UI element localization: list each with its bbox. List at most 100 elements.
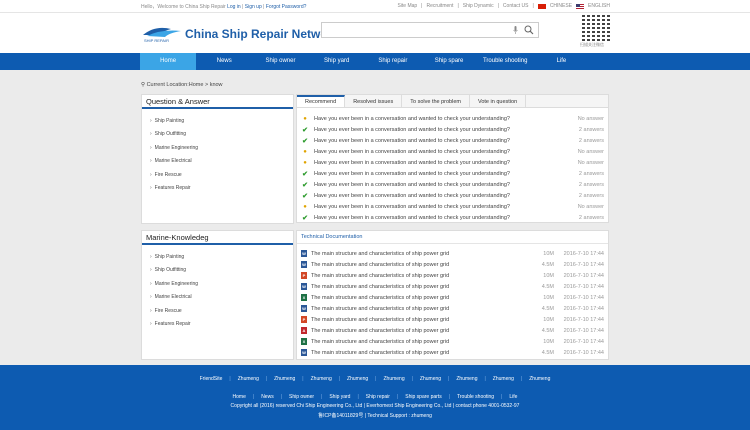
question-row[interactable]: ● Have you ever been in a conversation an… [297,113,608,124]
knowledge-category-marine-engineering[interactable]: Marine Engineering [150,278,293,291]
friend-link[interactable]: Zhumeng [311,376,332,382]
qa-category-marine-engineering[interactable]: Marine Engineering [150,142,293,155]
question-text[interactable]: Have you ever been in a conversation and… [314,138,564,144]
document-title[interactable]: The main structure and characteristics o… [311,262,532,268]
tab-vote[interactable]: Vote in question [470,95,527,107]
knowledge-category-fire-rescue[interactable]: Fire Rescue [150,305,293,318]
friend-link[interactable]: Zhumeng [238,376,259,382]
qa-category-ship-outfitting[interactable]: Ship Outfitting [150,128,293,141]
document-row[interactable]: P The main structure and characteristics … [297,270,608,281]
nav-ship-spare[interactable]: Ship spare [421,53,477,70]
document-row[interactable]: W The main structure and characteristics … [297,259,608,270]
friend-link[interactable]: Zhumeng [456,376,477,382]
document-title[interactable]: The main structure and characteristics o… [311,284,532,290]
document-date: 2016-7-10 17:44 [563,349,604,356]
question-row[interactable]: ✔ Have you ever been in a conversation an… [297,124,608,135]
nav-news[interactable]: News [196,53,252,70]
footer-nav-link[interactable]: Ship yard [329,394,350,400]
question-text[interactable]: Have you ever been in a conversation and… [314,171,564,177]
china-flag-icon[interactable] [537,3,546,9]
question-row[interactable]: ● Have you ever been in a conversation an… [297,157,608,168]
friend-link[interactable]: Zhumeng [347,376,368,382]
qa-category-features-repair[interactable]: Features Repair [150,182,293,195]
document-title[interactable]: The main structure and characteristics o… [311,306,532,312]
signup-link[interactable]: Sign up [245,4,262,10]
docs-title[interactable]: Technical Documentation [297,231,608,244]
question-row[interactable]: ● Have you ever been in a conversation an… [297,201,608,212]
nav-home[interactable]: Home [140,53,197,70]
question-text[interactable]: Have you ever been in a conversation and… [314,127,564,133]
search-icon[interactable] [524,25,534,35]
question-text[interactable]: Have you ever been in a conversation and… [314,193,564,199]
document-title[interactable]: The main structure and characteristics o… [311,328,532,334]
login-link[interactable]: Log in [227,4,241,10]
footer-nav-link[interactable]: Ship owner [289,394,314,400]
document-title[interactable]: The main structure and characteristics o… [311,295,532,301]
question-row[interactable]: ✔ Have you ever been in a conversation an… [297,190,608,201]
knowledge-category-features-repair[interactable]: Features Repair [150,318,293,331]
friend-link[interactable]: Zhumeng [383,376,404,382]
question-text[interactable]: Have you ever been in a conversation and… [314,160,564,166]
question-text[interactable]: Have you ever been in a conversation and… [314,215,564,221]
friend-link[interactable]: Zhumeng [493,376,514,382]
document-row[interactable]: W The main structure and characteristics … [297,303,608,314]
site-title[interactable]: China Ship Repair Network [185,27,339,41]
nav-life[interactable]: Life [533,53,589,70]
nav-trouble-shooting[interactable]: Trouble shooting [477,53,533,70]
document-row[interactable]: P The main structure and characteristics … [297,314,608,325]
footer-nav-link[interactable]: Ship repair [366,394,390,400]
top-link-contact[interactable]: Contact US [503,3,529,9]
document-title[interactable]: The main structure and characteristics o… [311,251,532,257]
knowledge-category-ship-outfitting[interactable]: Ship Outfitting [150,264,293,277]
document-title[interactable]: The main structure and characteristics o… [311,339,532,345]
footer-nav-link[interactable]: Trouble shooting [457,394,494,400]
friend-link[interactable]: Zhumeng [529,376,550,382]
us-flag-icon[interactable] [576,3,585,9]
document-row[interactable]: W The main structure and characteristics … [297,281,608,292]
document-row[interactable]: X The main structure and characteristics … [297,336,608,347]
knowledge-category-marine-electrical[interactable]: Marine Electrical [150,291,293,304]
question-text[interactable]: Have you ever been in a conversation and… [314,116,564,122]
english-language-link[interactable]: ENGLISH [588,3,610,9]
document-title[interactable]: The main structure and characteristics o… [311,273,532,279]
question-row[interactable]: ● Have you ever been in a conversation an… [297,146,608,157]
forgot-password-link[interactable]: Forgot Password? [266,4,307,10]
footer-nav-link[interactable]: News [261,394,274,400]
document-row[interactable]: A The main structure and characteristics … [297,325,608,336]
chinese-language-link[interactable]: CHINESE [550,3,572,9]
footer-nav-link[interactable]: Home [233,394,246,400]
document-title[interactable]: The main structure and characteristics o… [311,317,532,323]
knowledge-category-ship-painting[interactable]: Ship Painting [150,251,293,264]
microphone-icon[interactable] [513,26,518,34]
logo-icon[interactable]: SHIP REPAIR [141,23,183,43]
top-link-ship-dynamic[interactable]: Ship Dynamic [463,3,494,9]
document-row[interactable]: W The main structure and characteristics … [297,347,608,358]
separator: | [302,376,304,382]
question-row[interactable]: ✔ Have you ever been in a conversation an… [297,212,608,223]
question-row[interactable]: ✔ Have you ever been in a conversation an… [297,135,608,146]
footer-nav-link[interactable]: Life [509,394,517,400]
question-text[interactable]: Have you ever been in a conversation and… [314,204,564,210]
nav-ship-repair[interactable]: Ship repair [365,53,421,70]
question-row[interactable]: ✔ Have you ever been in a conversation an… [297,168,608,179]
top-link-site-map[interactable]: Site Map [397,3,417,9]
question-text[interactable]: Have you ever been in a conversation and… [314,182,564,188]
document-row[interactable]: X The main structure and characteristics … [297,292,608,303]
nav-ship-yard[interactable]: Ship yard [309,53,365,70]
top-link-recruitment[interactable]: Recruitment [426,3,453,9]
question-row[interactable]: ✔ Have you ever been in a conversation an… [297,179,608,190]
document-row[interactable]: W The main structure and characteristics … [297,248,608,259]
friend-link[interactable]: Zhumeng [420,376,441,382]
footer-nav-link[interactable]: Ship spare parts [405,394,441,400]
qa-category-marine-electrical[interactable]: Marine Electrical [150,155,293,168]
question-text[interactable]: Have you ever been in a conversation and… [314,149,564,155]
tab-resolved-issues[interactable]: Resolved issues [345,95,403,107]
friend-link[interactable]: Zhumeng [274,376,295,382]
nav-ship-owner[interactable]: Ship owner [252,53,308,70]
qa-category-ship-painting[interactable]: Ship Painting [150,115,293,128]
tab-to-solve[interactable]: To solve the problem [402,95,470,107]
search-input[interactable] [321,22,539,38]
tab-recommend[interactable]: Recommend [297,95,346,107]
qa-category-fire-rescue[interactable]: Fire Rescue [150,169,293,182]
document-title[interactable]: The main structure and characteristics o… [311,350,532,356]
